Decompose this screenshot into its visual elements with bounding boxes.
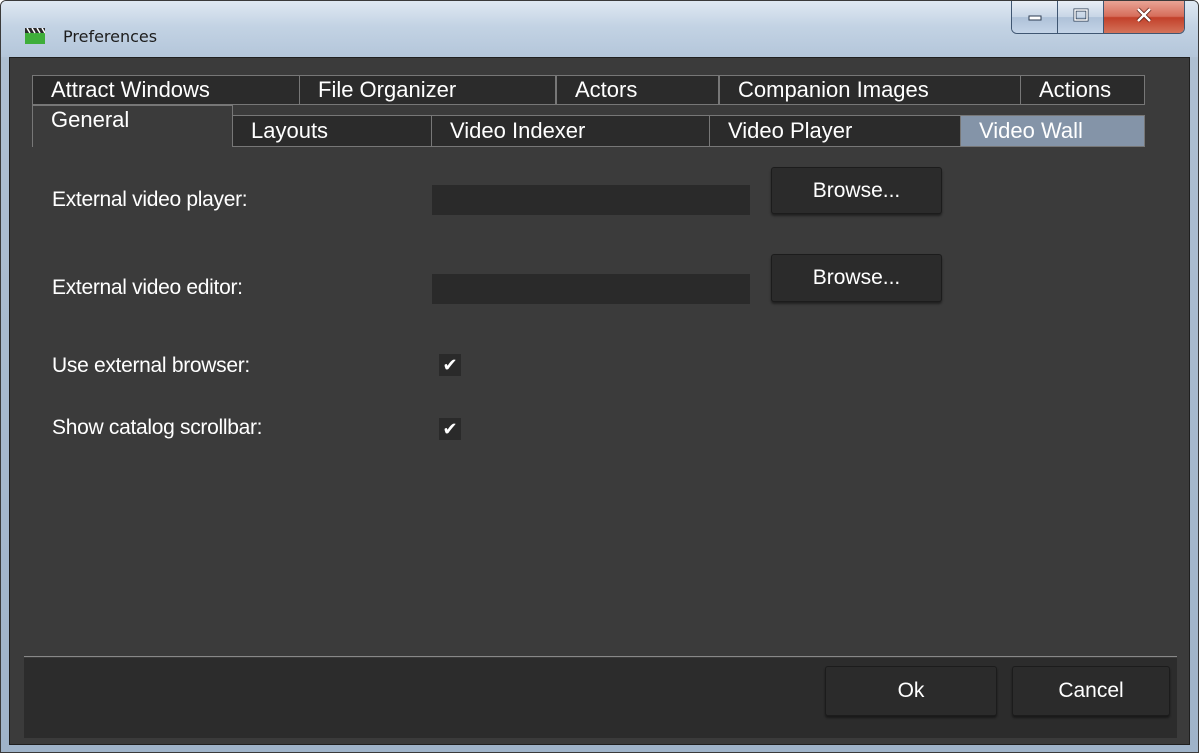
close-icon xyxy=(1135,7,1153,28)
clapperboard-icon xyxy=(25,27,46,44)
maximize-icon xyxy=(1073,8,1089,27)
checkmark-icon: ✔ xyxy=(442,355,458,375)
browse-video-player-button[interactable]: Browse... xyxy=(771,167,942,214)
browse-video-editor-button[interactable]: Browse... xyxy=(771,254,942,302)
minimize-icon xyxy=(1028,8,1042,26)
use-external-browser-checkbox[interactable]: ✔ xyxy=(439,354,461,376)
external-video-editor-label: External video editor: xyxy=(52,276,243,299)
footer-separator xyxy=(24,656,1177,657)
show-catalog-scrollbar-label: Show catalog scrollbar: xyxy=(52,416,263,439)
external-video-player-label: External video player: xyxy=(52,188,248,211)
tab-general[interactable]: General xyxy=(32,105,233,147)
show-catalog-scrollbar-checkbox[interactable]: ✔ xyxy=(439,418,461,440)
external-video-player-field[interactable] xyxy=(432,185,750,215)
tab-actors[interactable]: Actors xyxy=(556,75,719,105)
close-button[interactable] xyxy=(1104,1,1184,33)
use-external-browser-label: Use external browser: xyxy=(52,354,250,377)
tab-video-player[interactable]: Video Player xyxy=(709,115,961,147)
preferences-panel: Attract Windows File Organizer Actors Co… xyxy=(9,57,1190,745)
checkmark-icon: ✔ xyxy=(442,419,458,439)
maximize-button[interactable] xyxy=(1058,1,1104,33)
tab-layouts[interactable]: Layouts xyxy=(232,115,432,147)
ok-button[interactable]: Ok xyxy=(825,666,997,716)
cancel-button[interactable]: Cancel xyxy=(1012,666,1170,716)
dialog-footer xyxy=(24,658,1177,738)
preferences-window: Preferences Attract Windows File Organiz xyxy=(0,0,1199,753)
caption-buttons xyxy=(1011,1,1185,34)
tab-companion-images[interactable]: Companion Images xyxy=(719,75,1030,105)
external-video-editor-field[interactable] xyxy=(432,274,750,304)
tab-actions[interactable]: Actions xyxy=(1020,75,1145,105)
tab-video-indexer[interactable]: Video Indexer xyxy=(431,115,710,147)
tab-file-organizer[interactable]: File Organizer xyxy=(299,75,556,105)
title-bar[interactable]: Preferences xyxy=(1,1,1198,57)
tab-attract-windows[interactable]: Attract Windows xyxy=(32,75,311,105)
minimize-button[interactable] xyxy=(1012,1,1058,33)
tab-video-wall[interactable]: Video Wall xyxy=(960,115,1145,147)
window-title: Preferences xyxy=(63,27,158,46)
